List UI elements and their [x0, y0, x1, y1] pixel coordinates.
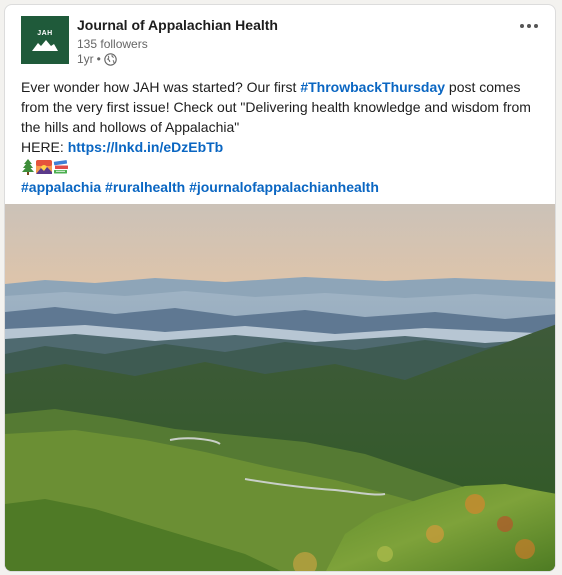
post-time: 1yr: [77, 52, 94, 66]
more-dot: [534, 24, 538, 28]
hashtag-journalofappalachianhealth[interactable]: #journalofappalachianhealth: [189, 179, 379, 195]
more-dot: [527, 24, 531, 28]
here-label: HERE:: [21, 139, 68, 155]
sunrise-over-mountains-icon: [36, 160, 52, 174]
more-dot: [520, 24, 524, 28]
hashtag-ruralhealth[interactable]: #ruralhealth: [105, 179, 185, 195]
post-text-part1: Ever wonder how JAH was started? Our fir…: [21, 79, 301, 95]
globe-icon: [104, 52, 117, 66]
follower-count: 135 followers: [77, 37, 148, 51]
org-name[interactable]: Journal of Appalachian Health: [77, 17, 278, 33]
post-meta: 1yr •: [77, 52, 117, 66]
post-header: JAH Journal of Appalachian Health 135 fo…: [21, 16, 545, 66]
org-logo[interactable]: JAH: [21, 16, 69, 64]
post-card: JAH Journal of Appalachian Health 135 fo…: [4, 4, 556, 572]
post-image[interactable]: [5, 204, 556, 572]
evergreen-tree-icon: [22, 159, 34, 175]
article-link[interactable]: https://lnkd.in/eDzEbTb: [68, 139, 224, 155]
emoji-row: [21, 157, 543, 177]
post-text: Ever wonder how JAH was started? Our fir…: [21, 77, 543, 197]
mountain-icon: [32, 39, 58, 51]
hashtag-appalachia[interactable]: #appalachia: [21, 179, 101, 195]
meta-separator: •: [96, 52, 101, 66]
books-icon: [53, 160, 68, 174]
more-options-icon[interactable]: [515, 18, 543, 34]
hashtag-throwbackthursday[interactable]: #ThrowbackThursday: [300, 79, 445, 95]
logo-text: JAH: [37, 29, 53, 37]
